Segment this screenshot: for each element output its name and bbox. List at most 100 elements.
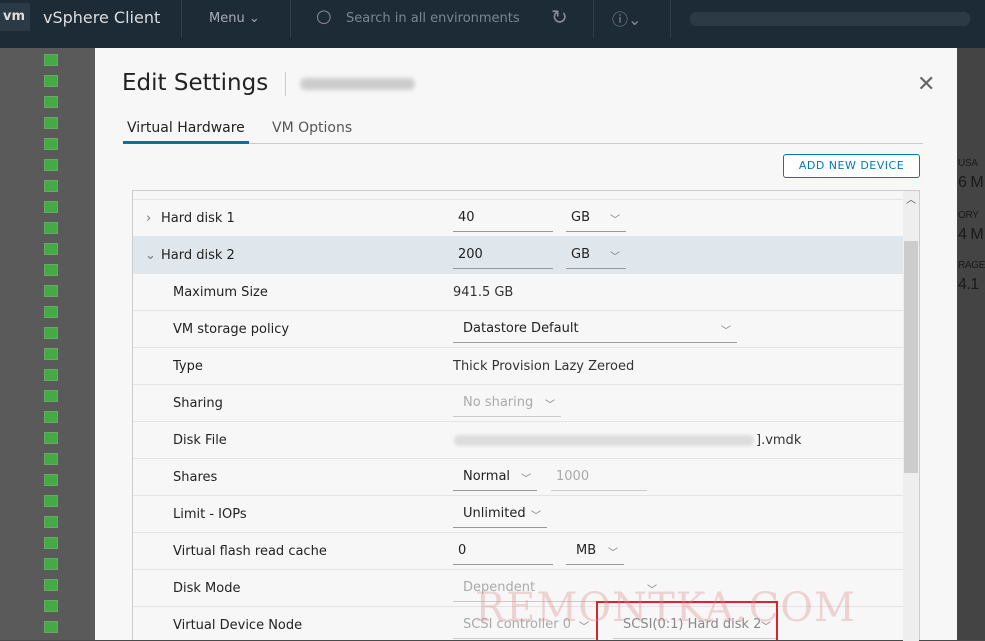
hard-disk-2-unit-select[interactable]: GB ﹀: [566, 245, 626, 269]
type-value: Thick Provision Lazy Zeroed: [453, 359, 635, 374]
usage-value: 6 M: [958, 174, 984, 191]
vm-icon: [44, 453, 58, 465]
vm-icon: [44, 222, 58, 234]
unit-value: GB: [571, 247, 590, 262]
tab-bar: Virtual Hardware VM Options: [123, 120, 923, 144]
chevron-down-icon: ﹀: [545, 400, 555, 411]
vm-name-blurred: [285, 72, 415, 96]
vm-logo: vm: [0, 3, 30, 31]
mode-value: Dependent: [463, 580, 536, 595]
edit-settings-dialog: Edit Settings ✕ Virtual Hardware VM Opti…: [95, 48, 957, 641]
tab-virtual-hardware[interactable]: Virtual Hardware: [123, 120, 249, 144]
limit-label: Limit - IOPs: [173, 507, 247, 522]
storage-policy-row: VM storage policy Datastore Default ﹀: [133, 311, 903, 348]
disk-mode-row: Disk Mode Dependent ﹀: [133, 570, 903, 607]
shares-value-input[interactable]: 1000: [551, 467, 647, 491]
type-row: Type Thick Provision Lazy Zeroed: [133, 348, 903, 385]
storage-policy-select[interactable]: Datastore Default ﹀: [453, 319, 737, 343]
hard-disk-2-size-input[interactable]: 200: [453, 245, 553, 269]
chevron-down-icon[interactable]: ⌄: [145, 248, 156, 263]
vm-icon: [44, 390, 58, 402]
max-size-label: Maximum Size: [173, 285, 268, 300]
chevron-right-icon[interactable]: ›: [146, 211, 151, 226]
disk-file-row: Disk File ].vmdk: [133, 422, 903, 459]
flash-unit-value: MB: [576, 543, 597, 558]
disk-file-suffix: ].vmdk: [756, 433, 802, 448]
usage-label: USA: [958, 158, 978, 169]
vm-icon: [44, 201, 58, 213]
highlight-box: [596, 601, 778, 640]
vm-icon: [44, 243, 58, 255]
flash-cache-row: Virtual flash read cache 0 MB ﹀: [133, 533, 903, 570]
disk-file-path-blurred: [454, 435, 754, 446]
vm-icon: [44, 327, 58, 339]
limit-value: Unlimited: [463, 506, 526, 521]
shares-select[interactable]: Normal ﹀: [453, 467, 537, 491]
sharing-row: Sharing No sharing ﹀: [133, 385, 903, 422]
vm-icon: [44, 432, 58, 444]
flash-cache-input[interactable]: 0: [453, 541, 553, 565]
memory-label: ORY: [958, 210, 979, 221]
storage-label: RAGE: [958, 260, 985, 271]
vm-icon: [44, 558, 58, 570]
search-icon: ○: [316, 6, 332, 27]
policy-label: VM storage policy: [173, 322, 290, 337]
menu-button[interactable]: Menu ⌄: [209, 11, 260, 26]
node-label: Virtual Device Node: [173, 618, 303, 633]
tab-vm-options[interactable]: VM Options: [268, 120, 356, 144]
close-icon[interactable]: ✕: [917, 72, 935, 97]
navigator-background: [0, 48, 95, 640]
flash-unit-select[interactable]: MB ﹀: [566, 541, 624, 565]
add-new-device-button[interactable]: ADD NEW DEVICE: [783, 154, 920, 178]
controller-value: SCSI controller 0: [463, 617, 571, 632]
user-menu[interactable]: [690, 12, 970, 26]
dialog-title: Edit Settings: [122, 70, 269, 96]
shares-row: Shares Normal ﹀ 1000: [133, 459, 903, 496]
disk-mode-select[interactable]: Dependent ﹀: [453, 578, 663, 602]
controller-select[interactable]: SCSI controller 0 ﹀: [453, 615, 595, 639]
summary-background: USA 6 M ORY 4 M RAGE 4.1: [957, 48, 985, 640]
sharing-select[interactable]: No sharing ﹀: [453, 393, 561, 417]
type-label: Type: [173, 359, 203, 374]
chevron-down-icon: ﹀: [521, 474, 531, 485]
hardware-grid: › Hard disk 1 40 GB ﹀ ⌄ Hard disk 2 200 G…: [132, 190, 920, 641]
chevron-up-icon[interactable]: ︿: [906, 191, 916, 206]
chevron-down-icon: ﹀: [610, 252, 620, 263]
chevron-down-icon: ﹀: [579, 622, 589, 633]
hard-disk-1-row[interactable]: › Hard disk 1 40 GB ﹀: [133, 200, 903, 237]
refresh-icon[interactable]: ↻: [551, 5, 568, 29]
help-icon[interactable]: ⓘ⌄: [612, 6, 641, 30]
hard-disk-2-row[interactable]: ⌄ Hard disk 2 200 GB ﹀: [133, 237, 903, 274]
vm-icon: [44, 600, 58, 612]
vm-icon: [44, 411, 58, 423]
sharing-value: No sharing: [463, 395, 534, 410]
app-title: vSphere Client: [43, 8, 161, 27]
top-bar: vm vSphere Client Menu ⌄ ○ Search in all…: [0, 0, 985, 48]
flash-label: Virtual flash read cache: [173, 544, 327, 559]
max-size-value: 941.5 GB: [453, 285, 514, 300]
limit-iops-select[interactable]: Unlimited ﹀: [453, 504, 547, 528]
storage-value: 4.1: [958, 276, 979, 293]
scrollbar[interactable]: ︿: [903, 191, 919, 641]
search-input[interactable]: Search in all environments: [346, 11, 520, 26]
memory-value: 4 M: [958, 226, 984, 243]
mode-label: Disk Mode: [173, 581, 241, 596]
hard-disk-2-label: Hard disk 2: [161, 248, 235, 263]
sharing-label: Sharing: [173, 396, 223, 411]
hard-disk-1-size-input[interactable]: 40: [453, 208, 553, 232]
vm-icon: [44, 474, 58, 486]
shares-select-value: Normal: [463, 469, 511, 484]
vm-icon: [44, 54, 58, 66]
vm-icon: [44, 180, 58, 192]
vm-icon: [44, 621, 58, 633]
chevron-down-icon: ﹀: [531, 511, 541, 522]
chevron-down-icon: ﹀: [721, 326, 731, 337]
scrollbar-thumb[interactable]: [904, 241, 918, 473]
disk-file-label: Disk File: [173, 433, 227, 448]
device-node-row: Virtual Device Node SCSI controller 0 ﹀ S…: [133, 607, 903, 641]
vm-icon: [44, 579, 58, 591]
vm-icon: [44, 264, 58, 276]
hard-disk-1-unit-select[interactable]: GB ﹀: [566, 208, 626, 232]
vm-icon: [44, 159, 58, 171]
chevron-down-icon: ﹀: [608, 548, 618, 559]
